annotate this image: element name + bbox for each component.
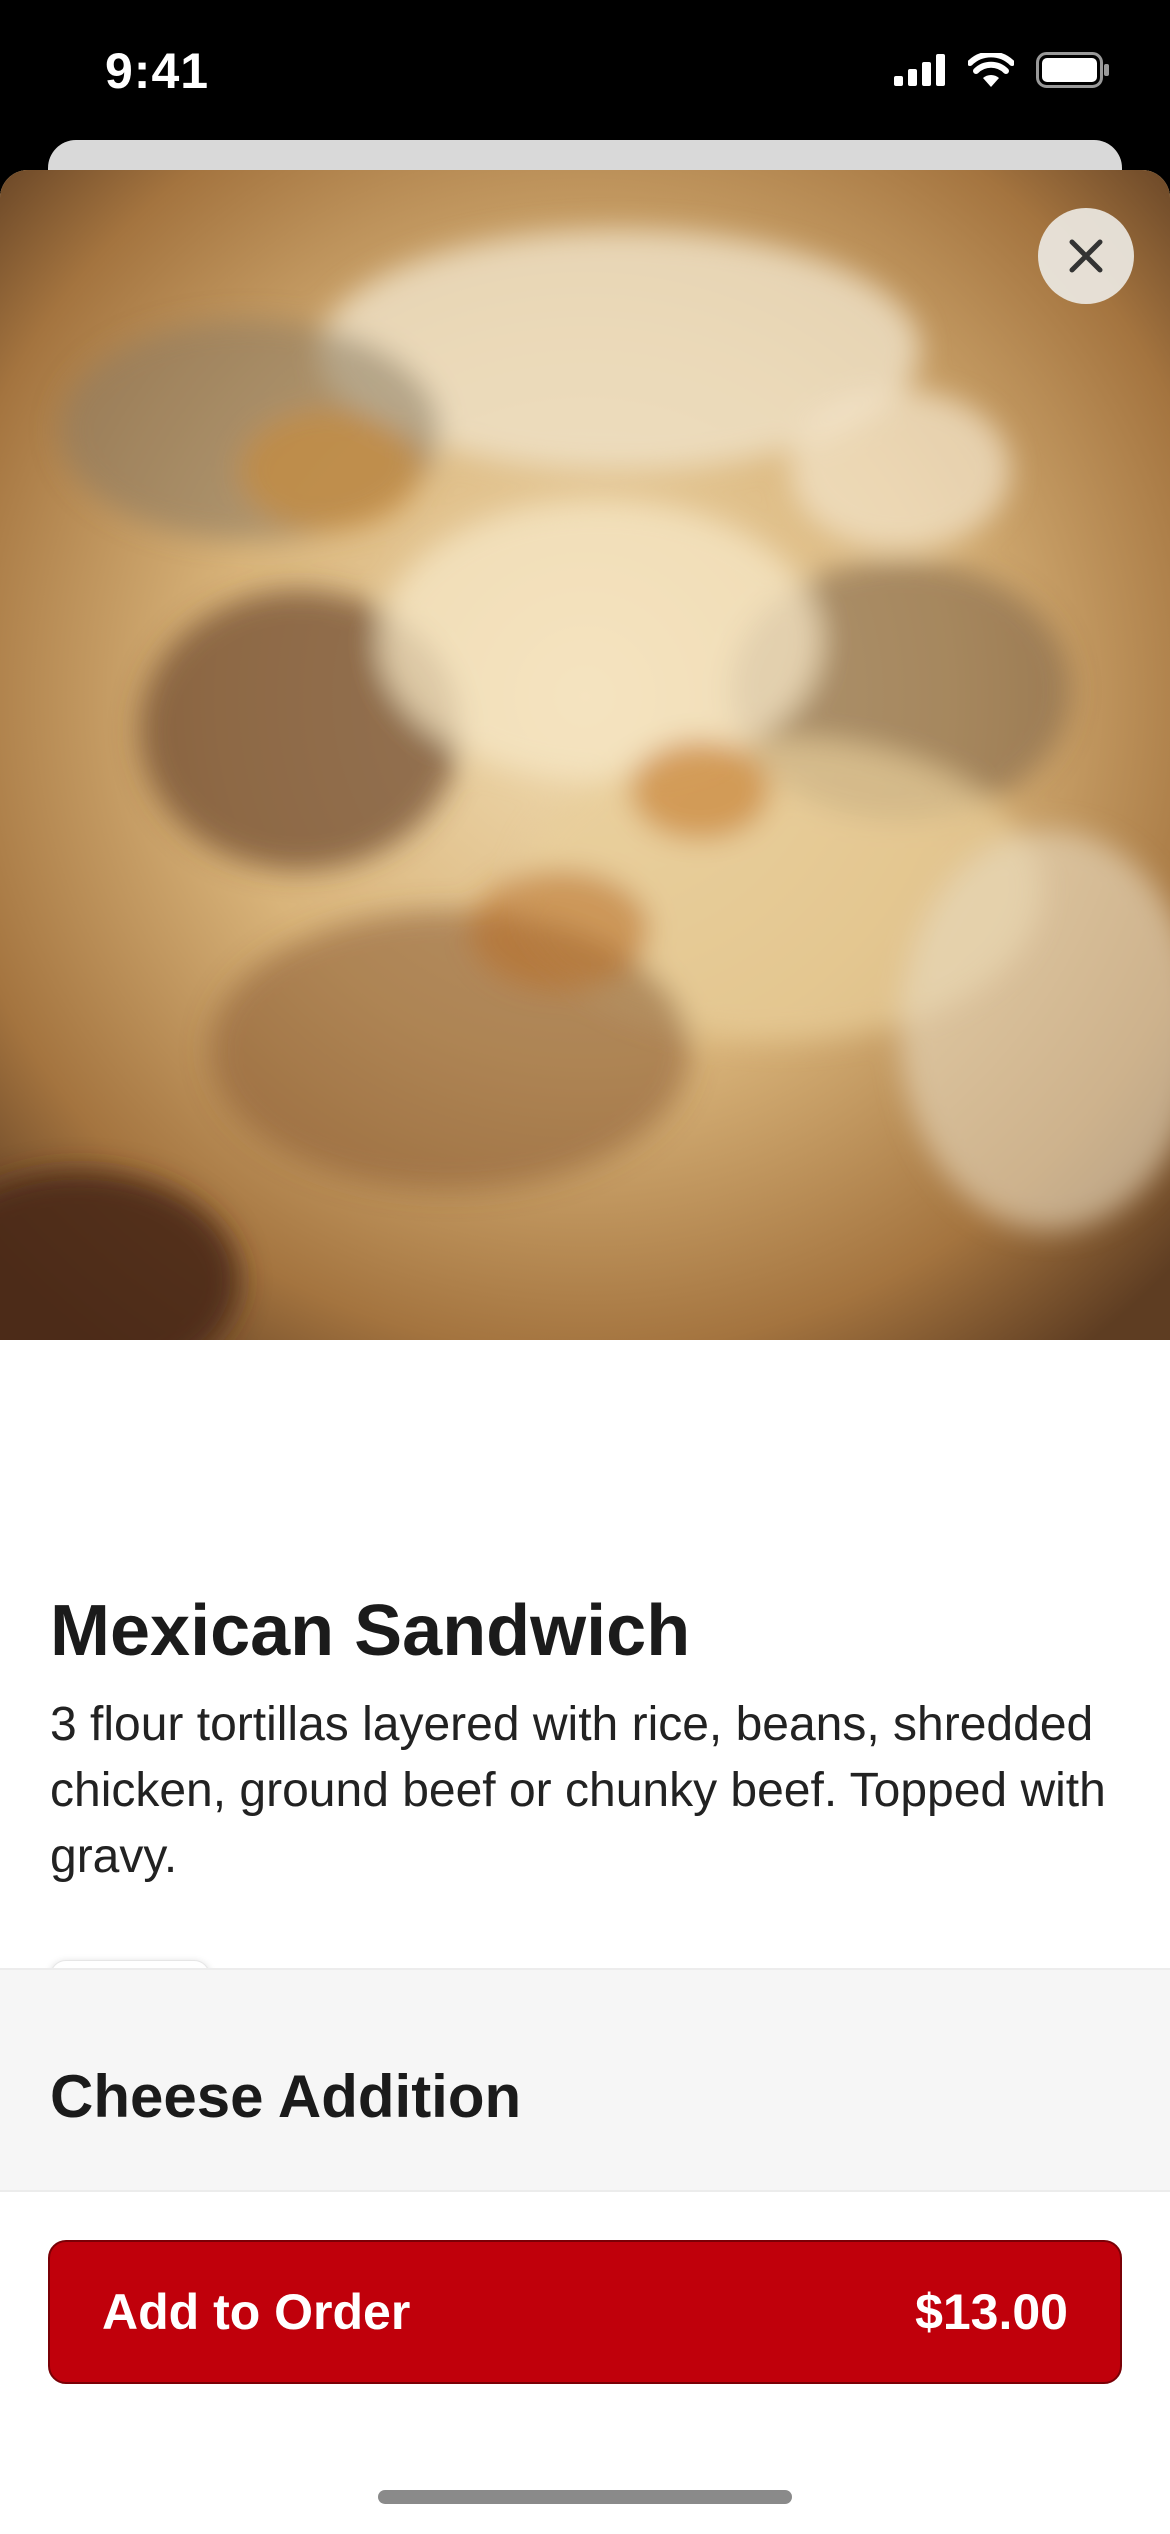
status-time: 9:41 [105, 43, 210, 99]
order-footer: Add to Order $13.00 [0, 2190, 1170, 2534]
item-detail-sheet: Mexican Sandwich 3 flour tortillas layer… [0, 170, 1170, 2532]
signal-icon [894, 54, 945, 86]
wifi-icon [968, 53, 1014, 87]
status-icons [894, 52, 1110, 88]
order-price: $13.00 [915, 2284, 1068, 2340]
add-to-order-button[interactable]: Add to Order $13.00 [48, 2240, 1122, 2384]
item-description: 3 flour tortillas layered with rice, bea… [50, 1698, 1106, 1883]
item-title: Mexican Sandwich [50, 1591, 691, 1671]
close-icon [1069, 239, 1103, 273]
add-to-order-label: Add to Order [102, 2284, 411, 2340]
item-photo [0, 170, 1170, 1340]
section-title: Cheese Addition [50, 2063, 522, 2130]
close-button[interactable] [1038, 208, 1134, 304]
food-photo-illustration [0, 170, 1170, 1340]
battery-icon [1036, 52, 1109, 88]
status-bar: 9:41 [0, 0, 1170, 150]
home-indicator [378, 2490, 792, 2504]
